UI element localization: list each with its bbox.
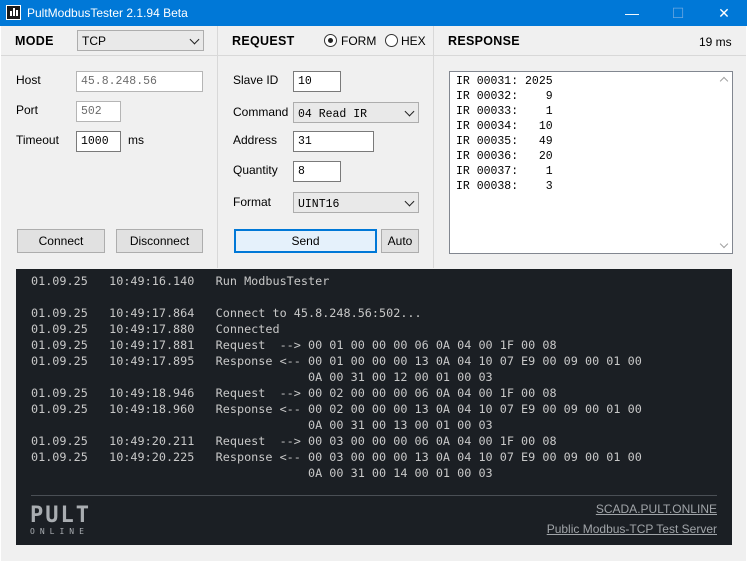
response-line: IR 00034: 10	[456, 120, 553, 133]
main-panel: MODE TCP Host 45.8.248.56 Port 502 Timeo…	[1, 26, 746, 561]
scrollbar[interactable]	[717, 72, 732, 253]
response-line: IR 00037: 1	[456, 165, 553, 178]
title-bar: PultModbusTester 2.1.94 Beta — ☐ ✕	[0, 0, 747, 26]
log-line: 01.09.25 10:49:20.225 Response <-- 00 03…	[31, 450, 642, 464]
connect-button[interactable]: Connect	[17, 229, 105, 253]
logo-sub: ONLINE	[30, 527, 89, 536]
log-line: 01.09.25 10:49:16.140 Run ModbusTester	[31, 274, 330, 288]
address-label: Address	[233, 133, 278, 147]
log-line: 01.09.25 10:49:17.880 Connected	[31, 322, 280, 336]
log-lines: 01.09.25 10:49:16.140 Run ModbusTester 01…	[31, 273, 642, 481]
app-icon	[6, 5, 21, 20]
timeout-field[interactable]: 1000	[76, 131, 121, 152]
quantity-field[interactable]: 8	[293, 161, 341, 182]
scroll-down-icon[interactable]	[719, 239, 729, 249]
send-button[interactable]: Send	[234, 229, 377, 253]
format-value: UINT16	[298, 198, 340, 211]
format-label: Format	[233, 195, 272, 209]
host-label: Host	[16, 73, 41, 87]
quantity-label: Quantity	[233, 163, 278, 177]
response-line: IR 00031: 2025	[456, 75, 553, 88]
log-console[interactable]: 01.09.25 10:49:16.140 Run ModbusTester 01…	[16, 269, 732, 545]
minimize-button[interactable]: —	[609, 0, 655, 26]
log-line: 0A 00 31 00 13 00 01 00 03	[31, 418, 493, 432]
form-radio-label[interactable]: FORM	[341, 34, 376, 48]
mode-header: MODE	[15, 34, 54, 48]
form-radio[interactable]	[324, 34, 337, 47]
command-value: 04 Read IR	[298, 108, 368, 121]
request-header: REQUEST	[232, 34, 295, 48]
slave-id-label: Slave ID	[233, 73, 279, 87]
logo-main: PULT	[30, 503, 91, 528]
response-header: RESPONSE	[448, 34, 520, 48]
scada-link[interactable]: SCADA.PULT.ONLINE	[596, 502, 717, 516]
auto-button[interactable]: Auto	[381, 229, 419, 253]
timeout-label: Timeout	[16, 133, 59, 147]
mode-value: TCP	[82, 34, 106, 48]
port-field[interactable]: 502	[76, 101, 121, 122]
response-lines: IR 00031: 2025 IR 00032: 9 IR 00033: 1 IR 0…	[456, 74, 553, 194]
pult-logo: PULT ONLINE	[30, 503, 91, 537]
scroll-up-icon[interactable]	[719, 76, 729, 86]
command-label: Command	[233, 105, 289, 119]
header-divider	[1, 55, 217, 56]
log-line: 0A 00 31 00 14 00 01 00 03	[31, 466, 493, 480]
hex-radio[interactable]	[385, 34, 398, 47]
chevron-down-icon	[404, 196, 415, 207]
command-select[interactable]: 04 Read IR	[293, 102, 419, 123]
log-line: 01.09.25 10:49:18.946 Request --> 00 02 …	[31, 386, 557, 400]
radio-selected-dot	[328, 38, 333, 43]
test-server-link[interactable]: Public Modbus-TCP Test Server	[547, 522, 717, 536]
section-divider	[217, 26, 218, 268]
response-line: IR 00036: 20	[456, 150, 553, 163]
response-line: IR 00035: 49	[456, 135, 553, 148]
timeout-unit: ms	[128, 133, 144, 147]
log-line: 01.09.25 10:49:17.864 Connect to 45.8.24…	[31, 306, 422, 320]
response-line: IR 00038: 3	[456, 180, 553, 193]
response-list[interactable]: IR 00031: 2025 IR 00032: 9 IR 00033: 1 IR 0…	[449, 71, 733, 254]
response-time: 19 ms	[699, 35, 732, 49]
port-label: Port	[16, 103, 39, 117]
chevron-down-icon	[189, 34, 200, 45]
log-line: 01.09.25 10:49:18.960 Response <-- 00 02…	[31, 402, 642, 416]
section-divider	[433, 26, 434, 268]
host-field[interactable]: 45.8.248.56	[76, 71, 203, 92]
log-line: 01.09.25 10:49:17.881 Request --> 00 01 …	[31, 338, 557, 352]
header-divider	[434, 55, 746, 56]
header-divider	[218, 55, 433, 56]
address-field[interactable]: 31	[293, 131, 374, 152]
slave-id-field[interactable]: 10	[293, 71, 341, 92]
log-line: 01.09.25 10:49:17.895 Response <-- 00 01…	[31, 354, 642, 368]
format-select[interactable]: UINT16	[293, 192, 419, 213]
response-line: IR 00033: 1	[456, 105, 553, 118]
chevron-down-icon	[404, 106, 415, 117]
maximize-button[interactable]: ☐	[655, 0, 701, 26]
log-line: 0A 00 31 00 12 00 01 00 03	[31, 370, 493, 384]
window-title: PultModbusTester 2.1.94 Beta	[27, 6, 188, 20]
mode-select[interactable]: TCP	[77, 30, 204, 51]
disconnect-button[interactable]: Disconnect	[116, 229, 203, 253]
hex-radio-label[interactable]: HEX	[401, 34, 426, 48]
close-button[interactable]: ✕	[701, 0, 747, 26]
log-line: 01.09.25 10:49:20.211 Request --> 00 03 …	[31, 434, 557, 448]
response-line: IR 00032: 9	[456, 90, 553, 103]
footer-divider	[31, 495, 717, 496]
